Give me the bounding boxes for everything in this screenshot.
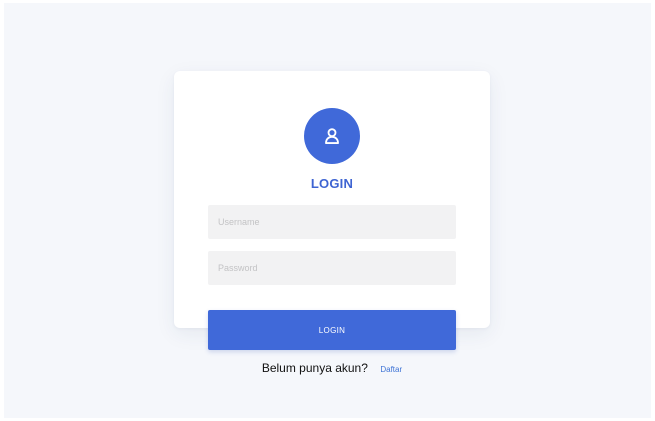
register-prompt-text: Belum punya akun?	[261, 361, 368, 375]
username-input[interactable]	[208, 205, 456, 239]
register-prompt-row: Belum punya akun? Daftar	[174, 359, 490, 377]
avatar	[304, 108, 360, 164]
password-input[interactable]	[208, 251, 456, 285]
login-button[interactable]: LOGIN	[208, 310, 456, 350]
register-link[interactable]: Daftar	[380, 365, 402, 374]
user-icon	[325, 128, 339, 144]
login-title: LOGIN	[310, 176, 354, 191]
